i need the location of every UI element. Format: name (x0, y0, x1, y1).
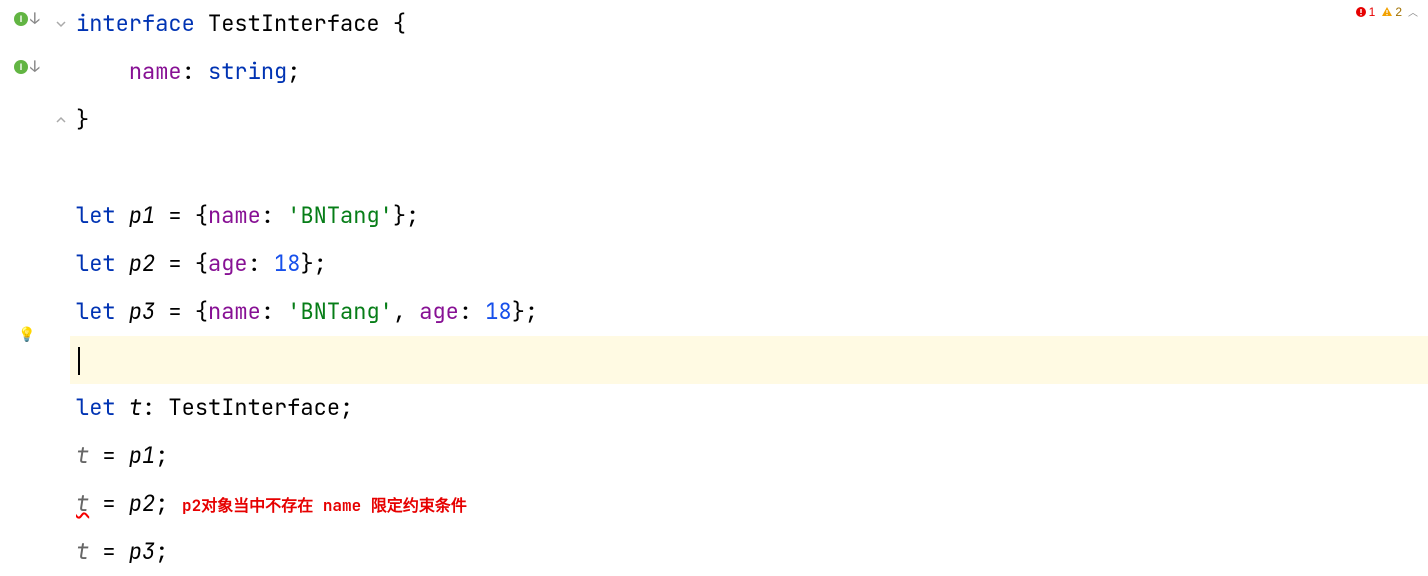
punct: ; (155, 537, 168, 566)
variable: p2 (129, 249, 155, 278)
code-line[interactable]: name: string; (70, 48, 1428, 96)
bulb-icon[interactable]: 💡 (18, 326, 35, 344)
code-line[interactable]: t = p3; (70, 528, 1428, 576)
type-name: TestInterface (208, 9, 380, 38)
code-line[interactable]: let p3 = {name: 'BNTang', age: 18}; (70, 288, 1428, 336)
arrow-down-icon: ↓ (30, 8, 40, 29)
punct: }; (512, 297, 538, 326)
code-editor: I ↓ I ↓ 💡 interface TestInterface { name… (0, 0, 1428, 575)
variable: p3 (129, 297, 155, 326)
punct: : (261, 297, 287, 326)
punct: = { (155, 249, 208, 278)
punct: = (89, 441, 129, 470)
property: name (208, 201, 261, 230)
code-line[interactable]: } (70, 96, 1428, 144)
type-name: TestInterface (168, 393, 340, 422)
code-line[interactable]: t = p2; p2对象当中不存在 name 限定约束条件 (70, 480, 1428, 528)
error-number: 1 (1369, 5, 1376, 19)
error-annotation: p2对象当中不存在 name 限定约束条件 (172, 495, 466, 516)
inspection-bar[interactable]: 1 2 ︿ (1355, 4, 1418, 19)
editor-gutter: I ↓ I ↓ (0, 0, 70, 575)
number: 18 (274, 249, 300, 278)
indent (76, 57, 129, 86)
property: name (129, 57, 182, 86)
string: 'BNTang' (287, 201, 393, 230)
warning-number: 2 (1395, 5, 1402, 19)
chevron-up-icon[interactable]: ︿ (1408, 4, 1418, 19)
punct: }; (393, 201, 419, 230)
code-line[interactable]: let p1 = {name: 'BNTang'}; (70, 192, 1428, 240)
punct: ; (155, 441, 168, 470)
property: name (208, 297, 261, 326)
warning-icon (1381, 6, 1393, 18)
space (116, 297, 129, 326)
code-line[interactable]: let t: TestInterface; (70, 384, 1428, 432)
variable: p1 (129, 201, 155, 230)
variable: p3 (129, 537, 155, 566)
punct: = { (155, 297, 208, 326)
punct: : (459, 297, 485, 326)
number: 18 (485, 297, 511, 326)
punct: }; (300, 249, 326, 278)
error-icon (1355, 6, 1367, 18)
error-count[interactable]: 1 (1355, 5, 1376, 19)
variable: t (76, 441, 89, 470)
punct: = (89, 537, 129, 566)
punct: : (182, 57, 208, 86)
keyword: interface (76, 9, 195, 38)
string: 'BNTang' (287, 297, 393, 326)
arrow-down-icon: ↓ (30, 56, 40, 77)
punct: ; (340, 393, 353, 422)
code-line[interactable]: t = p1; (70, 432, 1428, 480)
property: age (208, 249, 248, 278)
variable: t (76, 537, 89, 566)
space (116, 393, 129, 422)
code-line-active[interactable] (70, 336, 1428, 384)
interface-gutter-icon[interactable]: I ↓ (14, 56, 40, 77)
property: age (419, 297, 459, 326)
cursor (78, 347, 80, 375)
punct: ; (287, 57, 300, 86)
variable-error: t (76, 489, 89, 518)
interface-gutter-icon[interactable]: I ↓ (14, 8, 40, 29)
punct: { (380, 9, 406, 38)
variable: t (129, 393, 142, 422)
code-line[interactable]: interface TestInterface { (70, 0, 1428, 48)
punct: } (76, 105, 89, 134)
space (116, 201, 129, 230)
punct: : (142, 393, 168, 422)
fold-end-icon[interactable] (55, 110, 67, 130)
code-line[interactable] (70, 144, 1428, 192)
warning-count[interactable]: 2 (1381, 5, 1402, 19)
punct: ; (155, 489, 168, 518)
interface-badge: I (14, 12, 28, 26)
keyword: let (76, 297, 116, 326)
type: string (208, 57, 287, 86)
code-line[interactable]: let p2 = {age: 18}; (70, 240, 1428, 288)
punct: = { (155, 201, 208, 230)
variable: p1 (129, 441, 155, 470)
space (116, 249, 129, 278)
code-content[interactable]: 💡 interface TestInterface { name: string… (70, 0, 1428, 575)
keyword: let (76, 249, 116, 278)
punct: , (393, 297, 419, 326)
interface-badge: I (14, 60, 28, 74)
punct: : (261, 201, 287, 230)
punct: : (248, 249, 274, 278)
fold-start-icon[interactable] (55, 14, 67, 34)
keyword: let (76, 201, 116, 230)
punct: = (89, 489, 129, 518)
variable: p2 (129, 489, 155, 518)
keyword: let (76, 393, 116, 422)
